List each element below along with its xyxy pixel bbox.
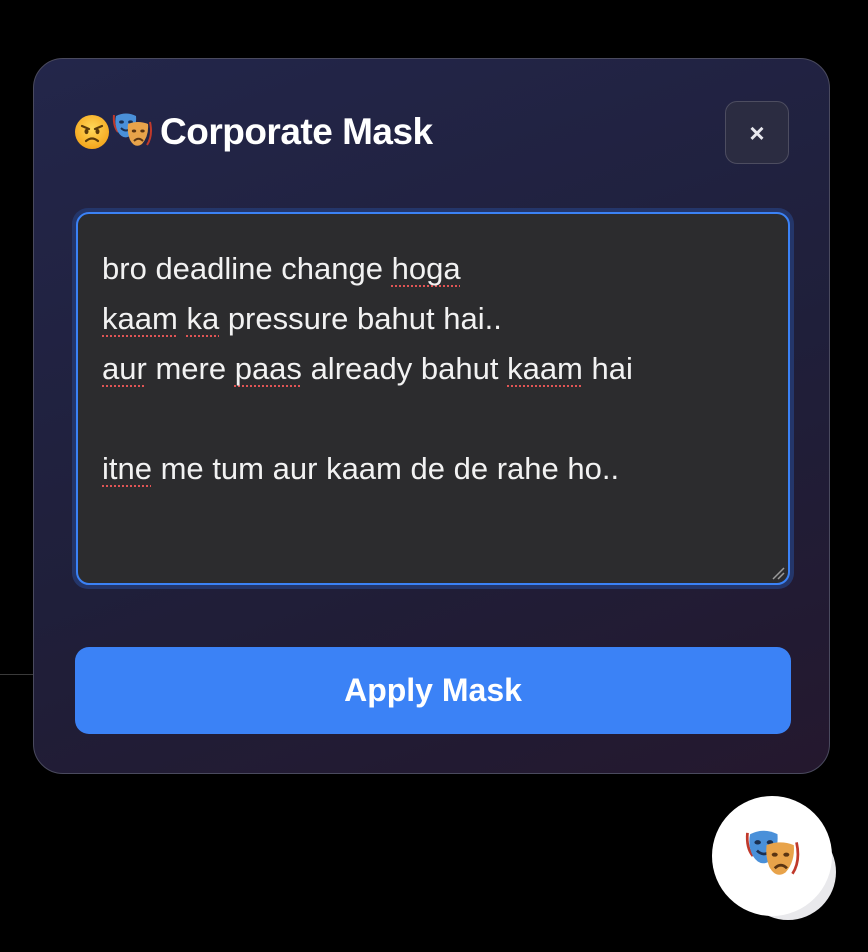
message-line <box>102 394 764 444</box>
message-line: itne me tum aur kaam de de rahe ho.. <box>102 451 620 486</box>
floating-mask-button[interactable] <box>712 796 832 916</box>
close-button[interactable]: × <box>725 101 789 164</box>
close-icon: × <box>749 117 765 148</box>
performing-arts-icon <box>745 830 800 875</box>
panel-header: Corporate Mask × <box>74 101 789 165</box>
panel-title: Corporate Mask <box>74 111 433 153</box>
performing-arts-icon <box>112 113 152 146</box>
message-input-focus-ring: bro deadline change hoga kaam ka pressur… <box>72 208 794 589</box>
message-line: kaam ka pressure bahut hai.. <box>102 301 502 336</box>
message-line: aur mere paas already bahut kaam hai <box>102 351 633 386</box>
message-line: bro deadline change hoga <box>102 251 461 286</box>
angry-face-icon <box>75 115 109 149</box>
message-input[interactable]: bro deadline change hoga kaam ka pressur… <box>76 212 790 585</box>
corporate-mask-panel: Corporate Mask × bro deadline change hog… <box>33 58 830 774</box>
panel-title-text: Corporate Mask <box>160 111 433 152</box>
page: Corporate Mask × bro deadline change hog… <box>0 0 868 952</box>
resize-handle-icon[interactable] <box>771 566 785 580</box>
title-icons <box>74 112 154 152</box>
apply-mask-button[interactable]: Apply Mask <box>75 647 791 734</box>
